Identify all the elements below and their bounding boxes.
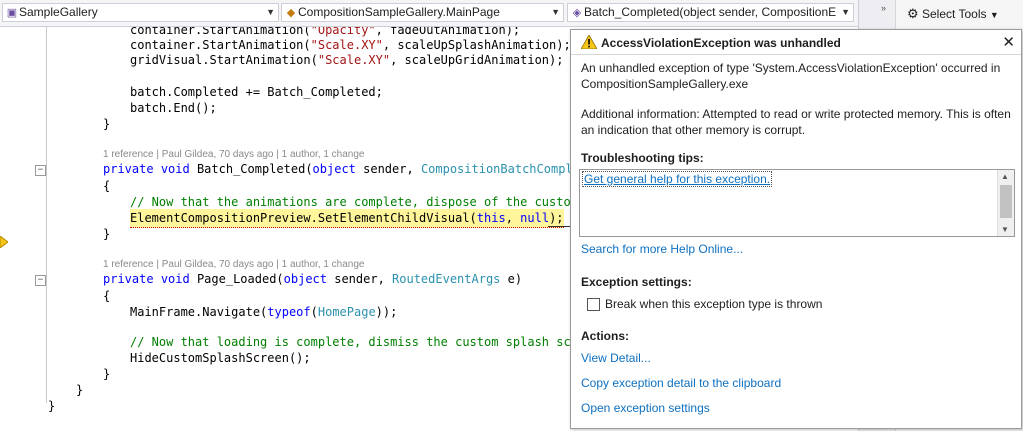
chevron-right-icon[interactable]: »: [881, 3, 886, 13]
copy-exception-detail-link[interactable]: Copy exception detail to the clipboard: [581, 376, 781, 390]
class-combo-label: CompositionSampleGallery.MainPage: [298, 5, 500, 19]
general-help-link[interactable]: Get general help for this exception.: [582, 171, 773, 187]
chevron-down-icon: ▼: [989, 10, 999, 20]
code-line: {: [103, 289, 111, 303]
break-when-thrown-checkbox[interactable]: [587, 298, 600, 311]
scrollbar-thumb[interactable]: [1000, 185, 1012, 218]
code-line: }: [103, 117, 111, 131]
current-statement-line: ElementCompositionPreview.SetElementChil…: [130, 209, 564, 228]
member-combo-label: Batch_Completed(object sender, Compositi…: [584, 5, 837, 19]
code-line: }: [103, 367, 111, 381]
exception-settings-heading: Exception settings:: [581, 275, 692, 289]
exception-additional-info: Additional information: Attempted to rea…: [581, 107, 1011, 137]
method-icon: ◈: [572, 7, 582, 19]
chevron-down-icon: ▼: [551, 7, 560, 17]
exception-helper-popup: AccessViolationException was unhandled ✕…: [570, 29, 1022, 429]
warning-icon: [581, 35, 597, 49]
select-tools-button[interactable]: ⚙ Select Tools ▼: [907, 6, 999, 22]
code-line: batch.End();: [130, 101, 217, 115]
member-combo[interactable]: ◈ Batch_Completed(object sender, Composit…: [567, 3, 854, 22]
code-line: private void Batch_Completed(object send…: [103, 162, 588, 176]
code-line: }: [76, 383, 84, 397]
actions-heading: Actions:: [581, 329, 629, 343]
select-tools-label: Select Tools: [922, 7, 987, 21]
collapse-toggle[interactable]: −: [35, 275, 46, 286]
indent-guide: [46, 27, 47, 403]
open-exception-settings-link[interactable]: Open exception settings: [581, 401, 710, 415]
class-icon: ◆: [286, 7, 296, 19]
code-line: HideCustomSplashScreen();: [130, 351, 311, 365]
code-line: private void Page_Loaded(object sender, …: [103, 272, 523, 286]
troubleshooting-tips-list[interactable]: Get general help for this exception. ▲ ▼: [579, 169, 1015, 237]
divider: [571, 54, 1021, 55]
code-line: {: [103, 179, 111, 193]
troubleshooting-heading: Troubleshooting tips:: [581, 151, 704, 165]
break-when-thrown-label[interactable]: Break when this exception type is thrown: [605, 297, 822, 311]
current-statement-arrow-icon: [0, 236, 8, 248]
view-detail-link[interactable]: View Detail...: [581, 351, 651, 365]
exception-pointer-line: [548, 226, 571, 227]
project-combo[interactable]: ▣ SampleGallery ▼: [2, 3, 279, 22]
class-combo[interactable]: ◆ CompositionSampleGallery.MainPage ▼: [281, 3, 564, 22]
chevron-up-icon[interactable]: ▲: [1001, 172, 1009, 181]
code-line: }: [103, 227, 111, 241]
collapse-toggle[interactable]: −: [35, 165, 46, 176]
tips-scrollbar[interactable]: ▲ ▼: [997, 170, 1014, 236]
gear-icon: ⚙: [907, 6, 919, 21]
chevron-down-icon: ▼: [841, 7, 850, 17]
chevron-down-icon[interactable]: ▼: [1001, 225, 1009, 234]
code-line: gridVisual.StartAnimation("Scale.XY", sc…: [130, 53, 564, 67]
code-line: MainFrame.Navigate(typeof(HomePage));: [130, 305, 398, 319]
search-help-online-link[interactable]: Search for more Help Online...: [581, 242, 743, 256]
exception-message: An unhandled exception of type 'System.A…: [581, 61, 1001, 91]
editor-gutter: − −: [0, 27, 46, 431]
code-line: }: [48, 399, 56, 413]
csharp-project-icon: ▣: [6, 7, 18, 19]
exception-title: AccessViolationException was unhandled: [601, 36, 841, 50]
navigation-bar: ▣ SampleGallery ▼ ◆ CompositionSampleGalle…: [0, 0, 858, 27]
chevron-down-icon: ▼: [266, 7, 275, 17]
project-combo-label: SampleGallery: [19, 5, 98, 19]
close-icon[interactable]: ✕: [1002, 33, 1015, 51]
